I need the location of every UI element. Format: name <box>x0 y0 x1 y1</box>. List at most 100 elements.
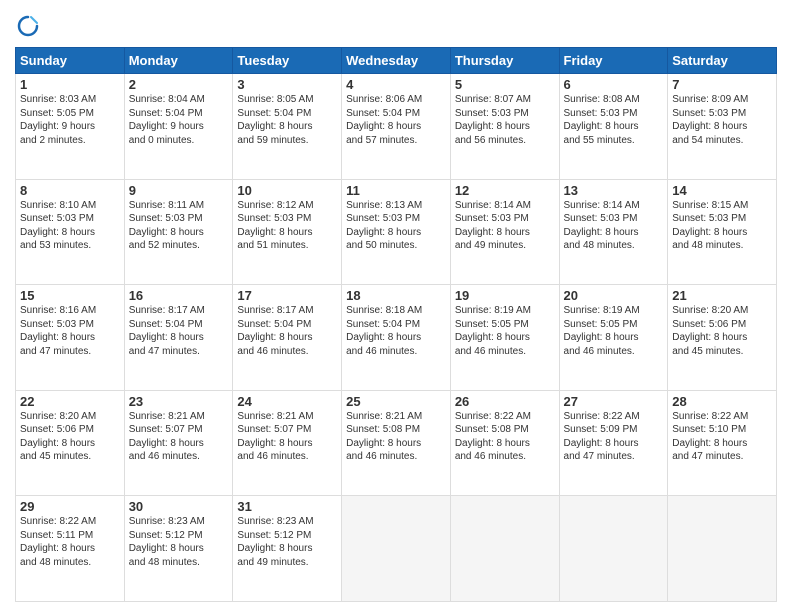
day-info: Sunrise: 8:14 AMSunset: 5:03 PMDaylight:… <box>455 199 555 253</box>
logo-icon <box>17 15 39 37</box>
day-cell: 5Sunrise: 8:07 AMSunset: 5:03 PMDaylight… <box>450 74 559 180</box>
day-info: Sunrise: 8:17 AMSunset: 5:04 PMDaylight:… <box>237 304 337 358</box>
day-info: Sunrise: 8:21 AMSunset: 5:07 PMDaylight:… <box>129 410 229 464</box>
day-cell: 14Sunrise: 8:15 AMSunset: 5:03 PMDayligh… <box>668 179 777 285</box>
day-number: 6 <box>564 77 664 92</box>
day-number: 10 <box>237 183 337 198</box>
day-cell: 6Sunrise: 8:08 AMSunset: 5:03 PMDaylight… <box>559 74 668 180</box>
day-info: Sunrise: 8:09 AMSunset: 5:03 PMDaylight:… <box>672 93 772 147</box>
day-info: Sunrise: 8:03 AMSunset: 5:05 PMDaylight:… <box>20 93 120 147</box>
day-cell: 23Sunrise: 8:21 AMSunset: 5:07 PMDayligh… <box>124 390 233 496</box>
day-cell <box>559 496 668 602</box>
day-number: 3 <box>237 77 337 92</box>
day-number: 9 <box>129 183 229 198</box>
day-info: Sunrise: 8:19 AMSunset: 5:05 PMDaylight:… <box>455 304 555 358</box>
day-info: Sunrise: 8:10 AMSunset: 5:03 PMDaylight:… <box>20 199 120 253</box>
day-number: 25 <box>346 394 446 409</box>
day-info: Sunrise: 8:04 AMSunset: 5:04 PMDaylight:… <box>129 93 229 147</box>
week-row-5: 29Sunrise: 8:22 AMSunset: 5:11 PMDayligh… <box>16 496 777 602</box>
day-info: Sunrise: 8:22 AMSunset: 5:09 PMDaylight:… <box>564 410 664 464</box>
day-number: 7 <box>672 77 772 92</box>
day-info: Sunrise: 8:14 AMSunset: 5:03 PMDaylight:… <box>564 199 664 253</box>
day-info: Sunrise: 8:08 AMSunset: 5:03 PMDaylight:… <box>564 93 664 147</box>
day-number: 27 <box>564 394 664 409</box>
day-cell: 24Sunrise: 8:21 AMSunset: 5:07 PMDayligh… <box>233 390 342 496</box>
day-cell: 31Sunrise: 8:23 AMSunset: 5:12 PMDayligh… <box>233 496 342 602</box>
page: SundayMondayTuesdayWednesdayThursdayFrid… <box>0 0 792 612</box>
day-number: 26 <box>455 394 555 409</box>
calendar-header-row: SundayMondayTuesdayWednesdayThursdayFrid… <box>16 48 777 74</box>
day-cell: 20Sunrise: 8:19 AMSunset: 5:05 PMDayligh… <box>559 285 668 391</box>
day-cell: 4Sunrise: 8:06 AMSunset: 5:04 PMDaylight… <box>342 74 451 180</box>
col-header-friday: Friday <box>559 48 668 74</box>
day-number: 16 <box>129 288 229 303</box>
day-cell: 3Sunrise: 8:05 AMSunset: 5:04 PMDaylight… <box>233 74 342 180</box>
day-cell: 10Sunrise: 8:12 AMSunset: 5:03 PMDayligh… <box>233 179 342 285</box>
day-info: Sunrise: 8:05 AMSunset: 5:04 PMDaylight:… <box>237 93 337 147</box>
day-cell: 25Sunrise: 8:21 AMSunset: 5:08 PMDayligh… <box>342 390 451 496</box>
day-cell <box>668 496 777 602</box>
day-info: Sunrise: 8:23 AMSunset: 5:12 PMDaylight:… <box>129 515 229 569</box>
day-number: 11 <box>346 183 446 198</box>
day-cell: 12Sunrise: 8:14 AMSunset: 5:03 PMDayligh… <box>450 179 559 285</box>
day-info: Sunrise: 8:18 AMSunset: 5:04 PMDaylight:… <box>346 304 446 358</box>
day-info: Sunrise: 8:21 AMSunset: 5:07 PMDaylight:… <box>237 410 337 464</box>
day-cell: 16Sunrise: 8:17 AMSunset: 5:04 PMDayligh… <box>124 285 233 391</box>
day-info: Sunrise: 8:16 AMSunset: 5:03 PMDaylight:… <box>20 304 120 358</box>
day-cell: 9Sunrise: 8:11 AMSunset: 5:03 PMDaylight… <box>124 179 233 285</box>
col-header-sunday: Sunday <box>16 48 125 74</box>
day-info: Sunrise: 8:06 AMSunset: 5:04 PMDaylight:… <box>346 93 446 147</box>
day-number: 17 <box>237 288 337 303</box>
day-number: 21 <box>672 288 772 303</box>
day-number: 22 <box>20 394 120 409</box>
day-cell: 28Sunrise: 8:22 AMSunset: 5:10 PMDayligh… <box>668 390 777 496</box>
day-info: Sunrise: 8:21 AMSunset: 5:08 PMDaylight:… <box>346 410 446 464</box>
calendar-table: SundayMondayTuesdayWednesdayThursdayFrid… <box>15 47 777 602</box>
day-cell: 7Sunrise: 8:09 AMSunset: 5:03 PMDaylight… <box>668 74 777 180</box>
day-info: Sunrise: 8:22 AMSunset: 5:08 PMDaylight:… <box>455 410 555 464</box>
day-cell: 18Sunrise: 8:18 AMSunset: 5:04 PMDayligh… <box>342 285 451 391</box>
col-header-wednesday: Wednesday <box>342 48 451 74</box>
day-number: 19 <box>455 288 555 303</box>
day-info: Sunrise: 8:15 AMSunset: 5:03 PMDaylight:… <box>672 199 772 253</box>
day-number: 20 <box>564 288 664 303</box>
day-info: Sunrise: 8:07 AMSunset: 5:03 PMDaylight:… <box>455 93 555 147</box>
col-header-tuesday: Tuesday <box>233 48 342 74</box>
day-number: 15 <box>20 288 120 303</box>
col-header-saturday: Saturday <box>668 48 777 74</box>
day-cell: 26Sunrise: 8:22 AMSunset: 5:08 PMDayligh… <box>450 390 559 496</box>
logo <box>15 15 39 37</box>
day-info: Sunrise: 8:17 AMSunset: 5:04 PMDaylight:… <box>129 304 229 358</box>
day-cell: 21Sunrise: 8:20 AMSunset: 5:06 PMDayligh… <box>668 285 777 391</box>
day-cell: 17Sunrise: 8:17 AMSunset: 5:04 PMDayligh… <box>233 285 342 391</box>
day-number: 5 <box>455 77 555 92</box>
day-cell: 30Sunrise: 8:23 AMSunset: 5:12 PMDayligh… <box>124 496 233 602</box>
day-info: Sunrise: 8:13 AMSunset: 5:03 PMDaylight:… <box>346 199 446 253</box>
day-info: Sunrise: 8:23 AMSunset: 5:12 PMDaylight:… <box>237 515 337 569</box>
day-number: 12 <box>455 183 555 198</box>
day-cell: 2Sunrise: 8:04 AMSunset: 5:04 PMDaylight… <box>124 74 233 180</box>
day-cell: 11Sunrise: 8:13 AMSunset: 5:03 PMDayligh… <box>342 179 451 285</box>
day-info: Sunrise: 8:19 AMSunset: 5:05 PMDaylight:… <box>564 304 664 358</box>
day-info: Sunrise: 8:11 AMSunset: 5:03 PMDaylight:… <box>129 199 229 253</box>
day-number: 1 <box>20 77 120 92</box>
day-cell: 1Sunrise: 8:03 AMSunset: 5:05 PMDaylight… <box>16 74 125 180</box>
day-number: 14 <box>672 183 772 198</box>
col-header-monday: Monday <box>124 48 233 74</box>
day-number: 24 <box>237 394 337 409</box>
day-cell: 27Sunrise: 8:22 AMSunset: 5:09 PMDayligh… <box>559 390 668 496</box>
day-number: 23 <box>129 394 229 409</box>
week-row-1: 1Sunrise: 8:03 AMSunset: 5:05 PMDaylight… <box>16 74 777 180</box>
day-number: 28 <box>672 394 772 409</box>
week-row-2: 8Sunrise: 8:10 AMSunset: 5:03 PMDaylight… <box>16 179 777 285</box>
day-number: 18 <box>346 288 446 303</box>
day-cell: 15Sunrise: 8:16 AMSunset: 5:03 PMDayligh… <box>16 285 125 391</box>
day-number: 29 <box>20 499 120 514</box>
col-header-thursday: Thursday <box>450 48 559 74</box>
day-cell: 19Sunrise: 8:19 AMSunset: 5:05 PMDayligh… <box>450 285 559 391</box>
day-number: 30 <box>129 499 229 514</box>
day-number: 8 <box>20 183 120 198</box>
day-info: Sunrise: 8:12 AMSunset: 5:03 PMDaylight:… <box>237 199 337 253</box>
header <box>15 15 777 37</box>
day-number: 13 <box>564 183 664 198</box>
